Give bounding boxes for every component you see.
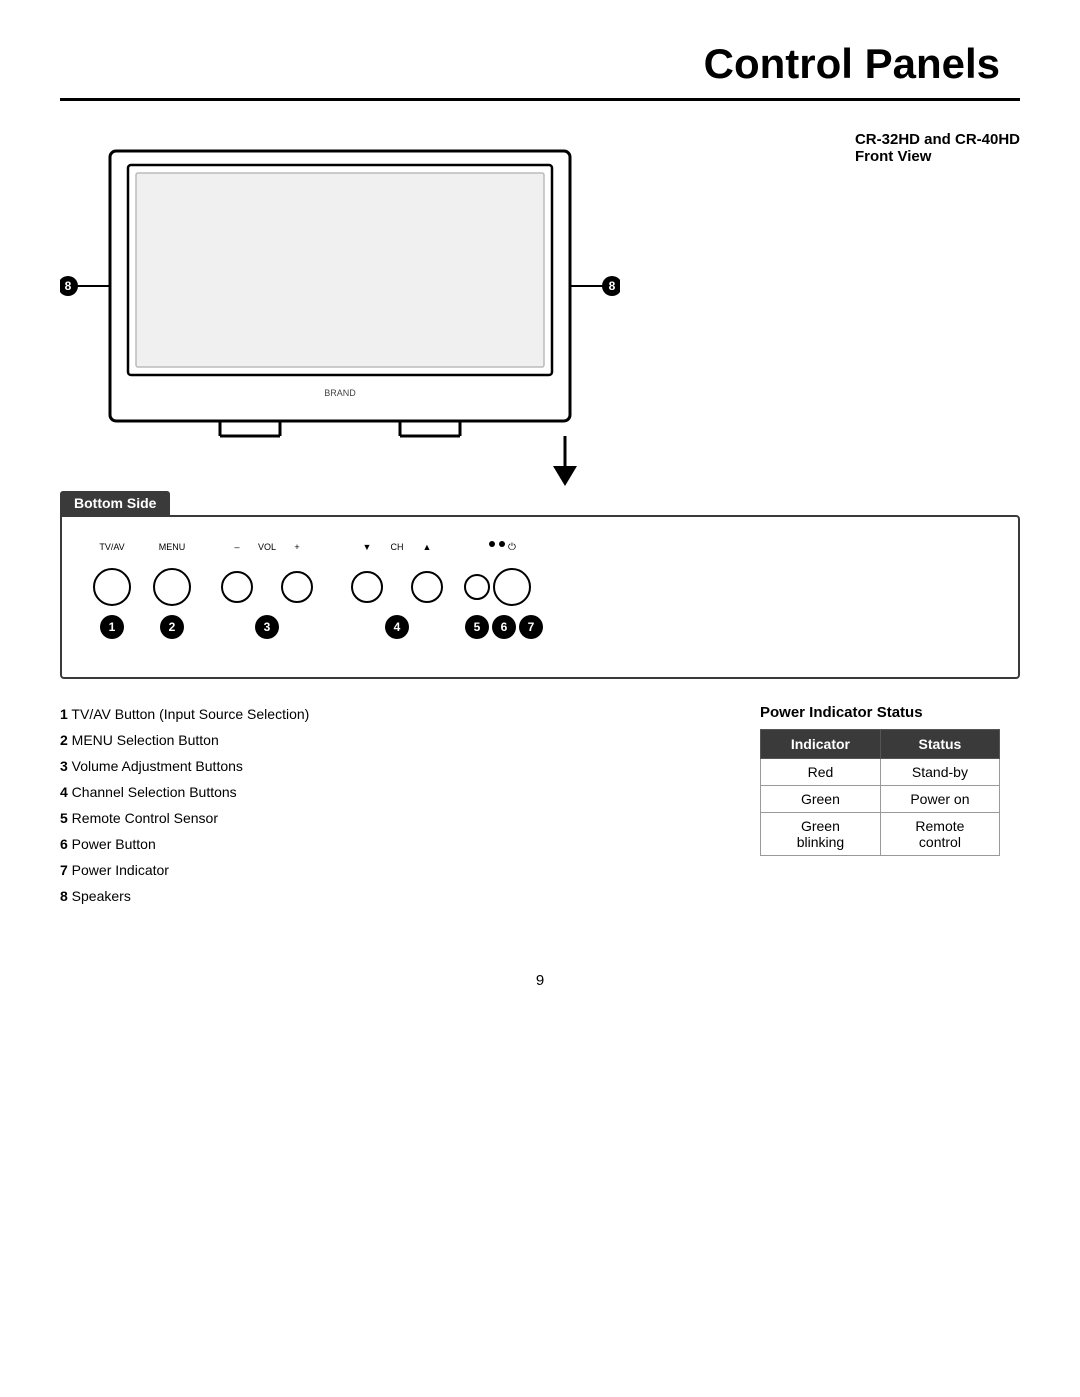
svg-text:+: +: [294, 542, 299, 552]
page-number: 9: [60, 972, 1020, 989]
svg-text:CH: CH: [391, 542, 404, 552]
legend-item-4: 4 Channel Selection Buttons: [60, 782, 710, 803]
table-row: Green Power on: [761, 786, 1000, 813]
svg-text:VOL: VOL: [258, 542, 276, 552]
svg-text:–: –: [234, 542, 239, 552]
svg-text:7: 7: [528, 620, 535, 634]
svg-text:8: 8: [65, 279, 72, 293]
svg-text:2: 2: [169, 620, 176, 634]
power-status-title: Power Indicator Status: [760, 704, 1020, 721]
tv-diagram: BRAND 8 8: [60, 141, 620, 441]
legend-list: 1 TV/AV Button (Input Source Selection) …: [60, 704, 710, 912]
arrow-down: [545, 436, 585, 486]
legend-item-8: 8 Speakers: [60, 886, 710, 907]
model-line2: Front View: [855, 148, 1020, 165]
svg-text:4: 4: [394, 620, 401, 634]
svg-text:⏻: ⏻: [508, 542, 516, 553]
status-standby: Stand-by: [880, 759, 999, 786]
legend-item-2: 2 MENU Selection Button: [60, 730, 710, 751]
status-power-on: Power on: [880, 786, 999, 813]
table-header-indicator: Indicator: [761, 730, 881, 759]
svg-text:5: 5: [474, 620, 481, 634]
table-row: Green blinking Remote control: [761, 813, 1000, 856]
indicator-green: Green: [761, 786, 881, 813]
svg-text:1: 1: [109, 620, 116, 634]
title-divider: [60, 98, 1020, 101]
svg-text:▲: ▲: [423, 542, 432, 552]
bottom-side-label: Bottom Side: [60, 491, 170, 515]
table-row: Red Stand-by: [761, 759, 1000, 786]
svg-text:6: 6: [501, 620, 508, 634]
legend-item-3: 3 Volume Adjustment Buttons: [60, 756, 710, 777]
indicator-green-blinking: Green blinking: [761, 813, 881, 856]
svg-text:3: 3: [264, 620, 271, 634]
legend-item-6: 6 Power Button: [60, 834, 710, 855]
svg-text:▼: ▼: [363, 542, 372, 552]
bottom-side-panel: TV/AV MENU – VOL + ▼ CH ▲: [60, 515, 1020, 679]
model-line1: CR-32HD and CR-40HD: [855, 131, 1020, 148]
status-remote: Remote control: [880, 813, 999, 856]
svg-text:TV/AV: TV/AV: [99, 542, 124, 552]
legend-item-1: 1 TV/AV Button (Input Source Selection): [60, 704, 710, 725]
status-table: Indicator Status Red Stand-by Green Powe…: [760, 729, 1000, 856]
svg-text:8: 8: [609, 279, 616, 293]
legend-item-7: 7 Power Indicator: [60, 860, 710, 881]
legend-item-5: 5 Remote Control Sensor: [60, 808, 710, 829]
indicator-red: Red: [761, 759, 881, 786]
page-title: Control Panels: [60, 40, 1020, 88]
svg-text:BRAND: BRAND: [324, 388, 356, 398]
control-panel-svg: TV/AV MENU – VOL + ▼ CH ▲: [72, 532, 612, 652]
power-status-section: Power Indicator Status Indicator Status …: [760, 704, 1020, 912]
svg-text:MENU: MENU: [159, 542, 186, 552]
table-header-status: Status: [880, 730, 999, 759]
